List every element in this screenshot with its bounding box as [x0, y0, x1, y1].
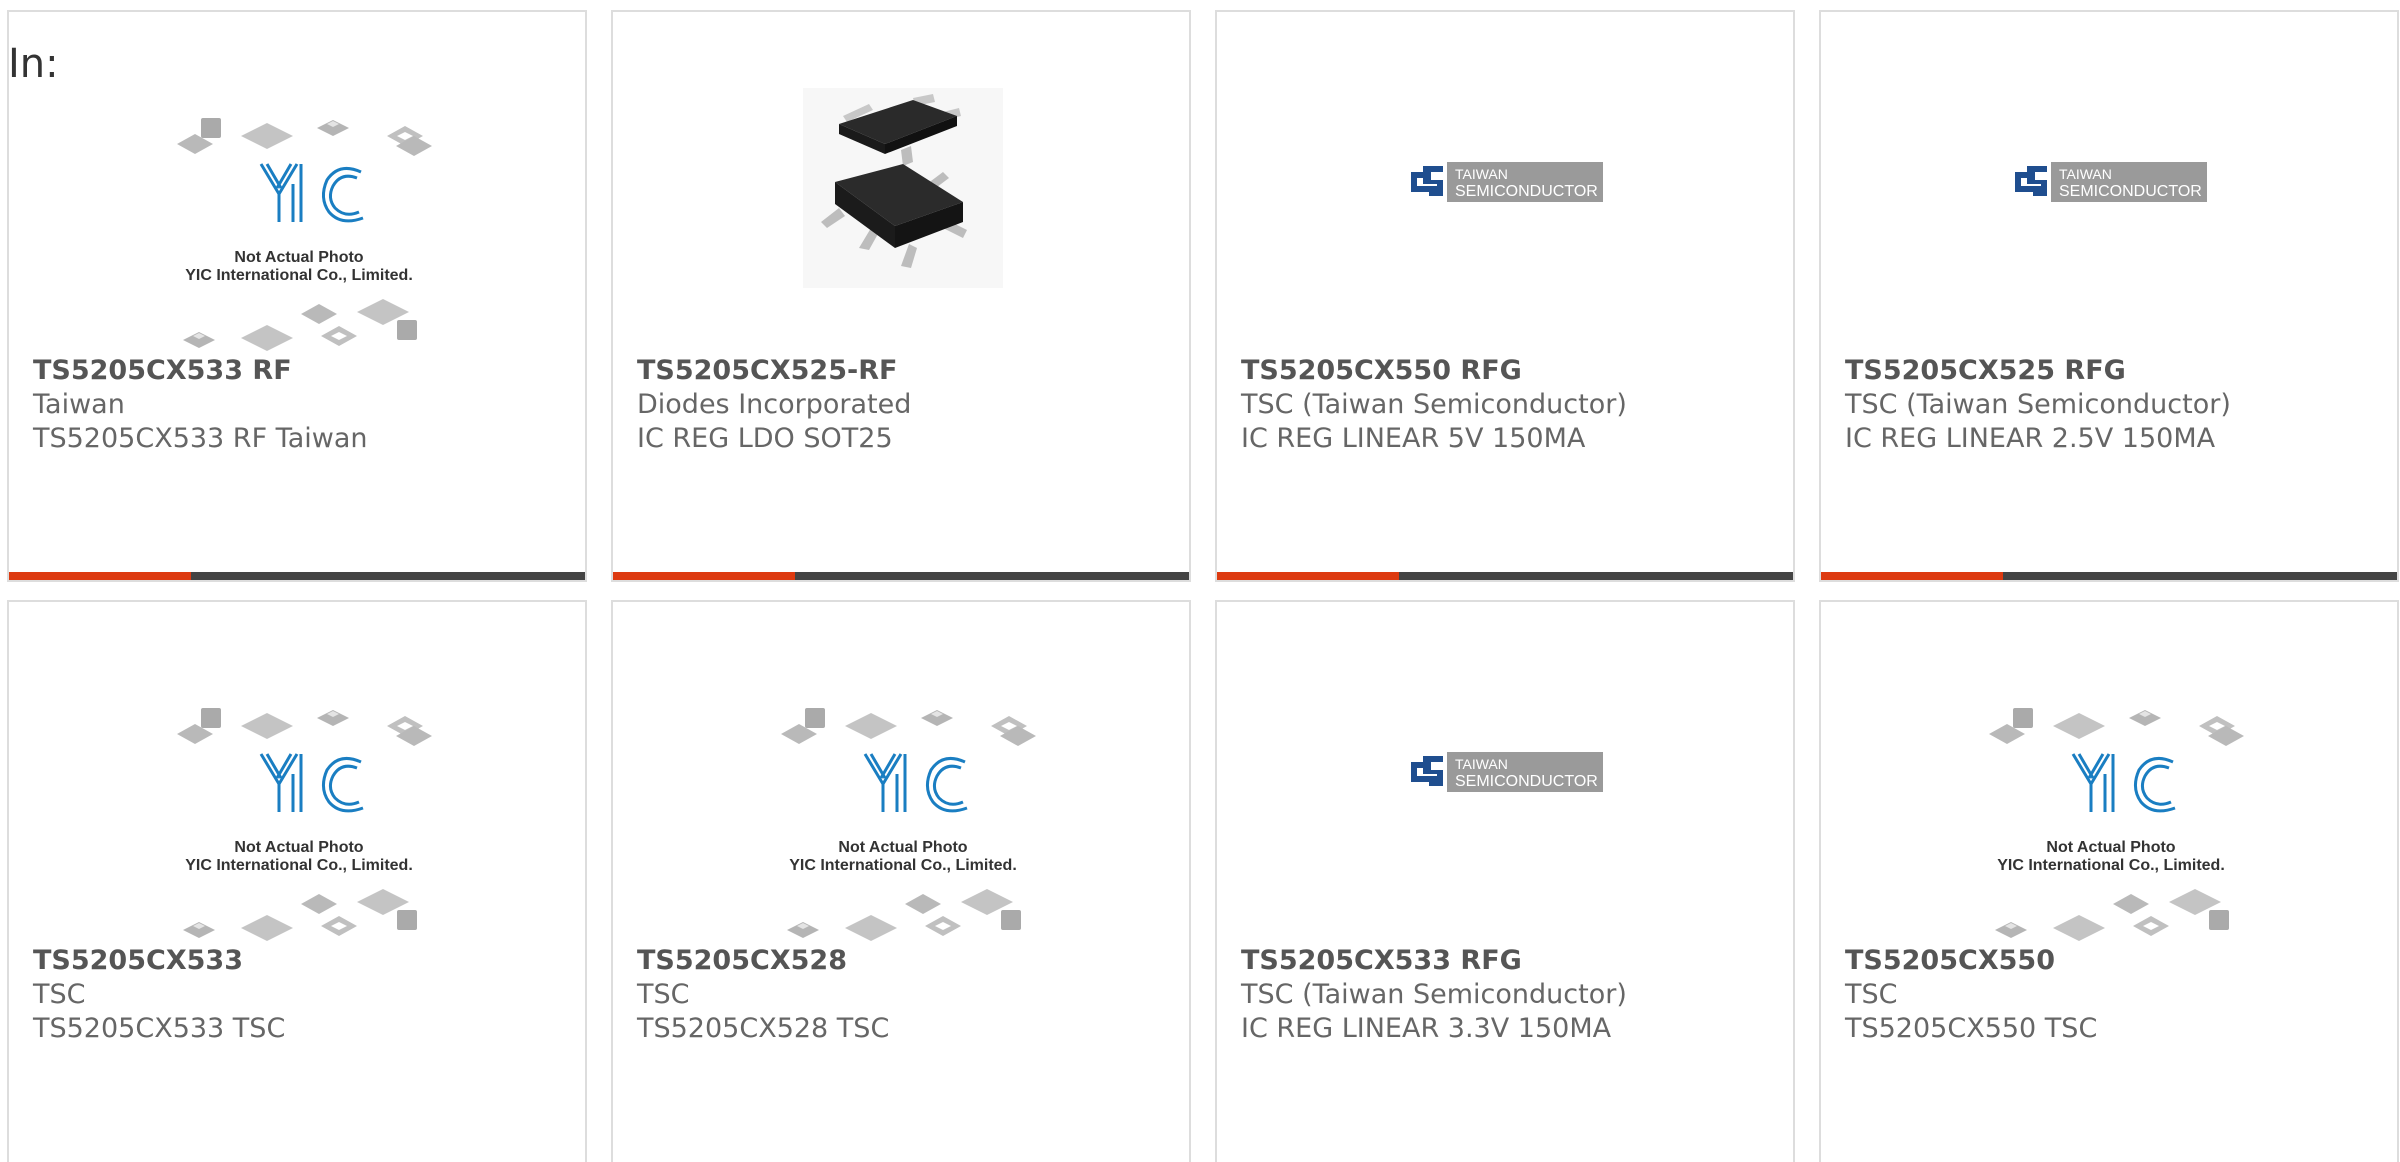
- product-card[interactable]: Not Actual Photo YIC International Co., L…: [1819, 600, 2399, 1162]
- card-bottom-bar: [1821, 572, 2397, 580]
- sot25-chip-image: [803, 88, 1003, 288]
- product-grid: Not Actual Photo YIC International Co., L…: [7, 10, 2399, 1162]
- product-info: TS5205CX533 RF Taiwan TS5205CX533 RF Tai…: [33, 354, 575, 456]
- product-description: IC REG LINEAR 3.3V 150MA: [1241, 1013, 1612, 1044]
- taiwan-semiconductor-logo-image: TAIWANSEMICONDUCTOR: [1407, 162, 1603, 202]
- card-bottom-bar: [9, 572, 585, 580]
- card-bottom-bar: [613, 572, 1189, 580]
- manufacturer: TSC: [1845, 979, 1898, 1010]
- svg-text:SEMICONDUCTOR: SEMICONDUCTOR: [2059, 183, 2202, 200]
- svg-text:YIC International Co., Limited: YIC International Co., Limited.: [789, 857, 1017, 874]
- product-image[interactable]: TAIWAN SEMICONDUCTOR: [1217, 12, 1793, 352]
- product-info: TS5205CX525 RFG TSC (Taiwan Semiconducto…: [1845, 354, 2387, 456]
- part-number-link[interactable]: TS5205CX525-RF: [637, 354, 1179, 388]
- product-image[interactable]: TAIWAN SEMICONDUCTOR: [1821, 12, 2397, 352]
- svg-text:Not Actual Photo: Not Actual Photo: [838, 839, 967, 856]
- product-image[interactable]: Not Actual Photo YIC International Co., L…: [613, 602, 1189, 942]
- product-description: IC REG LDO SOT25: [637, 423, 893, 454]
- product-info: TS5205CX533 TSC TS5205CX533 TSC: [33, 944, 575, 1046]
- product-description: IC REG LINEAR 2.5V 150MA: [1845, 423, 2216, 454]
- svg-text:TAIWAN: TAIWAN: [1455, 756, 1508, 772]
- manufacturer: TSC (Taiwan Semiconductor): [1241, 979, 1627, 1010]
- card-accent-bar: [9, 572, 191, 580]
- product-description: TS5205CX550 TSC: [1845, 1013, 2098, 1044]
- part-number-link[interactable]: TS5205CX533 RFG: [1241, 944, 1783, 978]
- svg-text:Not Actual Photo: Not Actual Photo: [234, 839, 363, 856]
- product-image[interactable]: [613, 12, 1189, 352]
- svg-text:YIC International Co., Limited: YIC International Co., Limited.: [185, 857, 413, 874]
- card-bottom-bar: [1217, 572, 1793, 580]
- svg-text:Not Actual Photo: Not Actual Photo: [2046, 839, 2175, 856]
- manufacturer: TSC: [33, 979, 86, 1010]
- part-number-link[interactable]: TS5205CX550 RFG: [1241, 354, 1783, 388]
- filter-label: In:: [8, 41, 59, 87]
- part-number-link[interactable]: TS5205CX528: [637, 944, 1179, 978]
- product-info: TS5205CX528 TSC TS5205CX528 TSC: [637, 944, 1179, 1046]
- manufacturer: Taiwan: [33, 389, 125, 420]
- card-accent-bar: [1821, 572, 2003, 580]
- product-card[interactable]: Not Actual Photo YIC International Co., L…: [7, 10, 587, 582]
- product-card[interactable]: TAIWAN SEMICONDUCTOR TS5205CX533 RFG TSC …: [1215, 600, 1795, 1162]
- product-description: TS5205CX528 TSC: [637, 1013, 890, 1044]
- svg-text:TAIWAN: TAIWAN: [1455, 166, 1508, 182]
- product-info: TS5205CX533 RFG TSC (Taiwan Semiconducto…: [1241, 944, 1783, 1046]
- part-number-link[interactable]: TS5205CX533: [33, 944, 575, 978]
- manufacturer: Diodes Incorporated: [637, 389, 912, 420]
- yic-placeholder-image: Not Actual PhotoYIC International Co., L…: [1989, 708, 2244, 941]
- manufacturer: TSC: [637, 979, 690, 1010]
- product-info: TS5205CX525-RF Diodes Incorporated IC RE…: [637, 354, 1179, 456]
- taiwan-semiconductor-logo-image: TAIWANSEMICONDUCTOR: [1407, 752, 1603, 792]
- product-image[interactable]: Not Actual Photo YIC International Co., L…: [1821, 602, 2397, 942]
- product-card[interactable]: TAIWAN SEMICONDUCTOR TS5205CX525 RFG TSC …: [1819, 10, 2399, 582]
- product-description: IC REG LINEAR 5V 150MA: [1241, 423, 1586, 454]
- svg-text:YIC International Co., Limited: YIC International Co., Limited.: [1997, 857, 2225, 874]
- product-description: TS5205CX533 RF Taiwan: [33, 423, 368, 454]
- svg-text:YIC International Co., Limited: YIC International Co., Limited.: [185, 267, 413, 284]
- card-accent-bar: [1217, 572, 1399, 580]
- yic-placeholder-image: Not Actual PhotoYIC International Co., L…: [781, 708, 1036, 941]
- manufacturer: TSC (Taiwan Semiconductor): [1845, 389, 2231, 420]
- product-description: TS5205CX533 TSC: [33, 1013, 286, 1044]
- product-image[interactable]: Not Actual Photo YIC International Co., L…: [9, 602, 585, 942]
- product-image[interactable]: Not Actual Photo YIC International Co., L…: [9, 12, 585, 352]
- part-number-link[interactable]: TS5205CX525 RFG: [1845, 354, 2387, 388]
- card-accent-bar: [613, 572, 795, 580]
- part-number-link[interactable]: TS5205CX533 RF: [33, 354, 575, 388]
- product-card[interactable]: Not Actual Photo YIC International Co., L…: [611, 600, 1191, 1162]
- taiwan-semiconductor-logo-image: TAIWANSEMICONDUCTOR: [2011, 162, 2207, 202]
- svg-text:SEMICONDUCTOR: SEMICONDUCTOR: [1455, 183, 1598, 200]
- svg-text:SEMICONDUCTOR: SEMICONDUCTOR: [1455, 773, 1598, 790]
- svg-text:TAIWAN: TAIWAN: [2059, 166, 2112, 182]
- product-results-page: Not Actual Photo YIC International Co., L…: [0, 0, 2400, 1162]
- product-info: TS5205CX550 RFG TSC (Taiwan Semiconducto…: [1241, 354, 1783, 456]
- svg-text:Not Actual Photo: Not Actual Photo: [234, 249, 363, 266]
- product-card[interactable]: Not Actual Photo YIC International Co., L…: [7, 600, 587, 1162]
- product-card[interactable]: TS5205CX525-RF Diodes Incorporated IC RE…: [611, 10, 1191, 582]
- yic-placeholder-image: Not Actual PhotoYIC International Co., L…: [177, 118, 432, 351]
- product-info: TS5205CX550 TSC TS5205CX550 TSC: [1845, 944, 2387, 1046]
- product-card[interactable]: TAIWAN SEMICONDUCTOR TS5205CX550 RFG TSC …: [1215, 10, 1795, 582]
- manufacturer: TSC (Taiwan Semiconductor): [1241, 389, 1627, 420]
- part-number-link[interactable]: TS5205CX550: [1845, 944, 2387, 978]
- product-image[interactable]: TAIWAN SEMICONDUCTOR: [1217, 602, 1793, 942]
- yic-placeholder-image: Not Actual PhotoYIC International Co., L…: [177, 708, 432, 941]
